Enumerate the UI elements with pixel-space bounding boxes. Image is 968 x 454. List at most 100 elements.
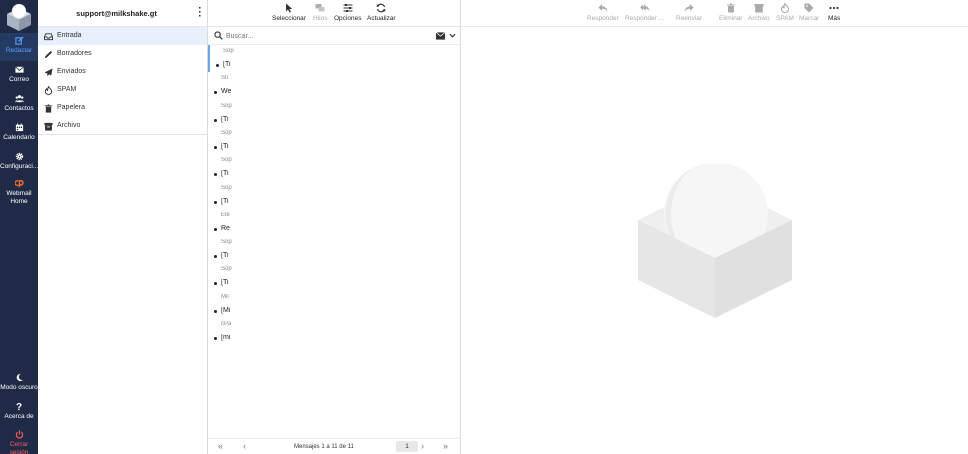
archive-icon xyxy=(754,4,764,13)
message-row[interactable]: Sop [Ti xyxy=(208,45,234,72)
roundcube-logo xyxy=(7,4,31,31)
envelope-icon[interactable] xyxy=(436,32,445,40)
message-subject: [mi xyxy=(221,334,231,341)
message-subject: We xyxy=(221,88,232,96)
folder-pane: support@milkshake.gt · · · Entrada Borrado… xyxy=(38,0,208,454)
message-row[interactable]: Sop [Ti xyxy=(208,236,233,263)
threads-button[interactable]: Hilos xyxy=(313,3,327,22)
delete-label: Eliminar xyxy=(719,15,743,22)
account-email: support@milkshake.gt xyxy=(76,9,157,18)
nav-logout[interactable]: Cerrar sesión xyxy=(0,427,38,454)
folder-drafts[interactable]: Borradores xyxy=(38,45,207,63)
refresh-button[interactable]: Actualizar xyxy=(367,3,396,22)
nav-settings[interactable]: Configuraci... xyxy=(0,149,38,177)
folder-inbox[interactable]: Entrada xyxy=(38,27,207,45)
next-page-button[interactable]: › xyxy=(421,441,424,451)
ellipsis-icon xyxy=(829,6,839,10)
message-sender: Sop xyxy=(221,184,232,191)
current-page[interactable]: 1 xyxy=(396,441,418,452)
moon-icon xyxy=(16,373,23,382)
spam-button[interactable]: SPAM xyxy=(776,3,794,22)
folder-label: SPAM xyxy=(57,86,77,93)
cursor-icon xyxy=(285,3,293,13)
nav-settings-label: Configuraci... xyxy=(0,163,39,170)
trash-icon xyxy=(44,104,53,113)
message-row[interactable]: Ele Re xyxy=(208,209,233,236)
sliders-icon xyxy=(343,4,353,12)
fire-icon xyxy=(44,86,53,95)
message-subject: Re xyxy=(221,224,230,232)
mark-label: Marcar xyxy=(799,15,820,22)
unread-dot-icon xyxy=(214,200,217,204)
unread-dot-icon xyxy=(216,64,219,67)
message-row[interactable]: Mil [Mi xyxy=(208,291,233,318)
message-row[interactable]: Sop [Ti xyxy=(208,154,233,181)
unread-dot-icon xyxy=(214,227,217,231)
pagination: « ‹ Mensajes 1 a 11 de 11 1 › » xyxy=(208,438,460,454)
select-button[interactable]: Seleccionar xyxy=(272,3,306,22)
nav-compose-label: Redactar xyxy=(5,47,33,54)
reply-button[interactable]: Responder xyxy=(587,3,619,22)
forward-button[interactable]: Reenviar xyxy=(676,3,702,22)
archive-button[interactable]: Archivo xyxy=(748,3,770,22)
unread-dot-icon xyxy=(214,145,217,149)
folder-spam[interactable]: SPAM xyxy=(38,81,207,99)
message-row[interactable]: Sop [Ti xyxy=(208,100,233,127)
folder-sent[interactable]: Enviados xyxy=(38,63,207,81)
unread-dot-icon xyxy=(214,91,217,95)
more-button[interactable]: Más xyxy=(828,3,840,22)
message-sender: cPa xyxy=(221,321,232,327)
nav-dark-mode[interactable]: Modo oscuro xyxy=(0,370,38,398)
unread-dot-icon xyxy=(214,337,217,340)
chevron-down-icon[interactable] xyxy=(449,32,456,39)
empty-mailbox-illustration xyxy=(638,164,792,318)
nav-about-label: Acerca de xyxy=(4,413,34,420)
send-icon xyxy=(44,68,53,77)
trash-icon xyxy=(726,3,735,13)
message-row[interactable]: Sop [Ti xyxy=(208,127,233,154)
message-subject: [Ti xyxy=(221,252,229,260)
unread-dot-icon xyxy=(214,118,217,122)
delete-button[interactable]: Eliminar xyxy=(719,3,742,22)
first-page-button[interactable]: « xyxy=(218,441,223,451)
nav-calendar[interactable]: Calendario xyxy=(0,120,38,148)
message-sender: Ele xyxy=(221,211,230,218)
last-page-button[interactable]: » xyxy=(443,441,448,451)
message-row[interactable]: Sti We xyxy=(208,72,233,99)
reply-all-button[interactable]: Responder ... xyxy=(625,3,664,22)
prev-page-button[interactable]: ‹ xyxy=(243,441,246,451)
folder-label: Archivo xyxy=(57,122,81,129)
folder-label: Papelera xyxy=(57,104,86,111)
message-sender: Sop xyxy=(221,157,232,164)
message-row[interactable]: Sop [Ti xyxy=(208,182,233,209)
folder-label: Entrada xyxy=(57,32,82,39)
unread-dot-icon xyxy=(214,255,217,259)
folder-archive[interactable]: Archivo xyxy=(38,117,207,135)
list-toolbar: Seleccionar Hilos Opciones Actualizar xyxy=(208,0,460,27)
message-sender: Sop xyxy=(221,102,232,109)
search-input[interactable] xyxy=(226,30,426,42)
mark-button[interactable]: Marcar xyxy=(799,3,819,22)
message-subject: [Ti xyxy=(221,279,229,287)
nav-mail[interactable]: Correo xyxy=(0,62,38,90)
threads-label: Hilos xyxy=(313,15,328,22)
forward-label: Reenviar xyxy=(676,15,703,22)
nav-webmail-home-label: Webmail Home xyxy=(6,190,32,205)
message-row[interactable]: cPa [mi xyxy=(208,318,233,345)
unread-dot-icon xyxy=(214,173,217,177)
nav-about[interactable]: ? Acerca de xyxy=(0,399,38,427)
nav-compose[interactable]: Redactar xyxy=(0,33,38,61)
folder-trash[interactable]: Papelera xyxy=(38,99,207,117)
message-subject: [Ti xyxy=(221,142,229,150)
message-row[interactable]: Sop [Ti xyxy=(208,263,233,290)
message-subject: [Mi xyxy=(221,306,231,314)
spam-label: SPAM xyxy=(776,15,794,22)
refresh-icon xyxy=(377,3,386,13)
options-button[interactable]: Opciones xyxy=(334,3,361,22)
message-sender: Sop xyxy=(221,239,232,246)
nav-contacts[interactable]: Contactos xyxy=(0,91,38,119)
message-sender: Sop xyxy=(221,266,232,273)
nav-webmail-home[interactable]: Webmail Home xyxy=(0,176,38,208)
inbox-icon xyxy=(44,33,53,41)
kebab-menu-icon[interactable]: · · · xyxy=(197,4,203,22)
